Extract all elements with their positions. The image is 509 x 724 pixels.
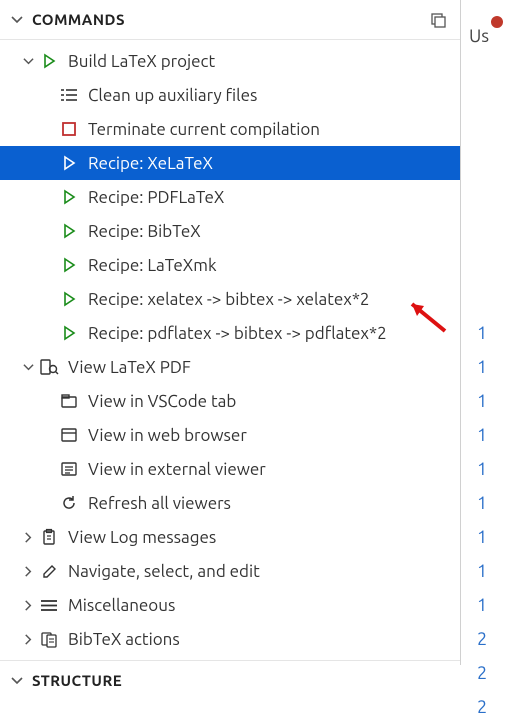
log-label: View Log messages <box>68 528 216 547</box>
recipe-latexmk-label: Recipe: LaTeXmk <box>88 256 217 275</box>
recipe-latexmk[interactable]: Recipe: LaTeXmk <box>0 248 460 282</box>
line-number: 1 <box>477 520 487 554</box>
line-number: 1 <box>477 418 487 452</box>
pencil-icon <box>38 561 60 581</box>
stop-icon <box>58 119 80 139</box>
view-log-messages[interactable]: View Log messages <box>0 520 460 554</box>
view-web-browser[interactable]: View in web browser <box>0 418 460 452</box>
references-icon <box>38 629 60 649</box>
chevron-right-icon <box>18 566 38 577</box>
line-number: 1 <box>477 316 487 350</box>
view-tab-label: View in VSCode tab <box>88 392 236 411</box>
misc-label: Miscellaneous <box>68 596 175 615</box>
recipe-pdflatex-chain-label: Recipe: pdflatex -> bibtex -> pdflatex*2 <box>88 324 387 343</box>
line-number: 1 <box>477 350 487 384</box>
refresh-label: Refresh all viewers <box>88 494 231 513</box>
commands-panel: COMMANDS Build LaTeX project <box>0 0 461 665</box>
bibtex-actions[interactable]: BibTeX actions <box>0 622 460 656</box>
recipe-xelatex-chain-label: Recipe: xelatex -> bibtex -> xelatex*2 <box>88 290 370 309</box>
terminate-compilation[interactable]: Terminate current compilation <box>0 112 460 146</box>
chevron-right-icon <box>18 532 38 543</box>
browser-icon <box>58 425 80 445</box>
chevron-down-icon <box>18 56 38 67</box>
build-label: Build LaTeX project <box>68 52 215 71</box>
recipe-bibtex[interactable]: Recipe: BibTeX <box>0 214 460 248</box>
editor-strip: Us 1 1 1 1 1 1 1 1 1 2 2 2 <box>461 0 509 665</box>
play-icon <box>58 187 80 207</box>
view-vscode-tab[interactable]: View in VSCode tab <box>0 384 460 418</box>
preview-icon <box>38 357 60 377</box>
view-pdf-label: View LaTeX PDF <box>68 358 191 377</box>
chevron-right-icon <box>18 634 38 645</box>
recipe-xelatex[interactable]: Recipe: XeLaTeX <box>0 146 460 180</box>
chevron-down-icon <box>8 672 26 690</box>
clipboard-icon <box>38 527 60 547</box>
play-icon <box>58 221 80 241</box>
line-number: 1 <box>477 452 487 486</box>
chevron-right-icon <box>18 600 38 611</box>
collapse-all-icon[interactable] <box>424 6 452 34</box>
line-number: 2 <box>477 622 487 656</box>
refresh-icon <box>58 493 80 513</box>
recipe-pdflatex[interactable]: Recipe: PDFLaTeX <box>0 180 460 214</box>
line-number: 1 <box>477 588 487 622</box>
editor-tab-partial-text: Us <box>469 26 489 46</box>
line-number: 2 <box>477 690 487 724</box>
play-icon <box>38 51 60 71</box>
clean-auxiliary-files[interactable]: Clean up auxiliary files <box>0 78 460 112</box>
play-icon <box>58 255 80 275</box>
play-icon <box>58 289 80 309</box>
recipe-xelatex-label: Recipe: XeLaTeX <box>88 154 213 173</box>
view-latex-pdf[interactable]: View LaTeX PDF <box>0 350 460 384</box>
external-icon <box>58 459 80 479</box>
menu-icon <box>38 595 60 615</box>
play-icon <box>58 323 80 343</box>
view-external-label: View in external viewer <box>88 460 266 479</box>
nav-label: Navigate, select, and edit <box>68 562 260 581</box>
tab-icon <box>58 391 80 411</box>
notification-badge-icon <box>489 14 505 30</box>
commands-section-title: COMMANDS <box>32 11 125 28</box>
recipe-xelatex-chain[interactable]: Recipe: xelatex -> bibtex -> xelatex*2 <box>0 282 460 316</box>
miscellaneous[interactable]: Miscellaneous <box>0 588 460 622</box>
build-latex-project[interactable]: Build LaTeX project <box>0 44 460 78</box>
commands-tree: Build LaTeX project Clean up auxiliary f… <box>0 40 460 660</box>
play-icon <box>58 153 80 173</box>
chevron-down-icon <box>18 362 38 373</box>
line-number: 1 <box>477 486 487 520</box>
recipe-pdflatex-chain[interactable]: Recipe: pdflatex -> bibtex -> pdflatex*2 <box>0 316 460 350</box>
bibtex-label: BibTeX actions <box>68 630 180 649</box>
clean-label: Clean up auxiliary files <box>88 86 257 105</box>
line-number: 1 <box>477 384 487 418</box>
editor-line-numbers: 1 1 1 1 1 1 1 1 1 2 2 2 <box>477 316 487 724</box>
view-external-viewer[interactable]: View in external viewer <box>0 452 460 486</box>
view-browser-label: View in web browser <box>88 426 247 445</box>
terminate-label: Terminate current compilation <box>88 120 320 139</box>
chevron-down-icon <box>8 11 26 29</box>
recipe-bibtex-label: Recipe: BibTeX <box>88 222 201 241</box>
recipe-pdflatex-label: Recipe: PDFLaTeX <box>88 188 224 207</box>
refresh-viewers[interactable]: Refresh all viewers <box>0 486 460 520</box>
structure-section-header[interactable]: STRUCTURE <box>0 660 460 700</box>
line-number: 2 <box>477 656 487 690</box>
structure-section-title: STRUCTURE <box>32 672 122 689</box>
navigate-select-edit[interactable]: Navigate, select, and edit <box>0 554 460 588</box>
line-number: 1 <box>477 554 487 588</box>
list-icon <box>58 85 80 105</box>
commands-section-header[interactable]: COMMANDS <box>0 0 460 40</box>
